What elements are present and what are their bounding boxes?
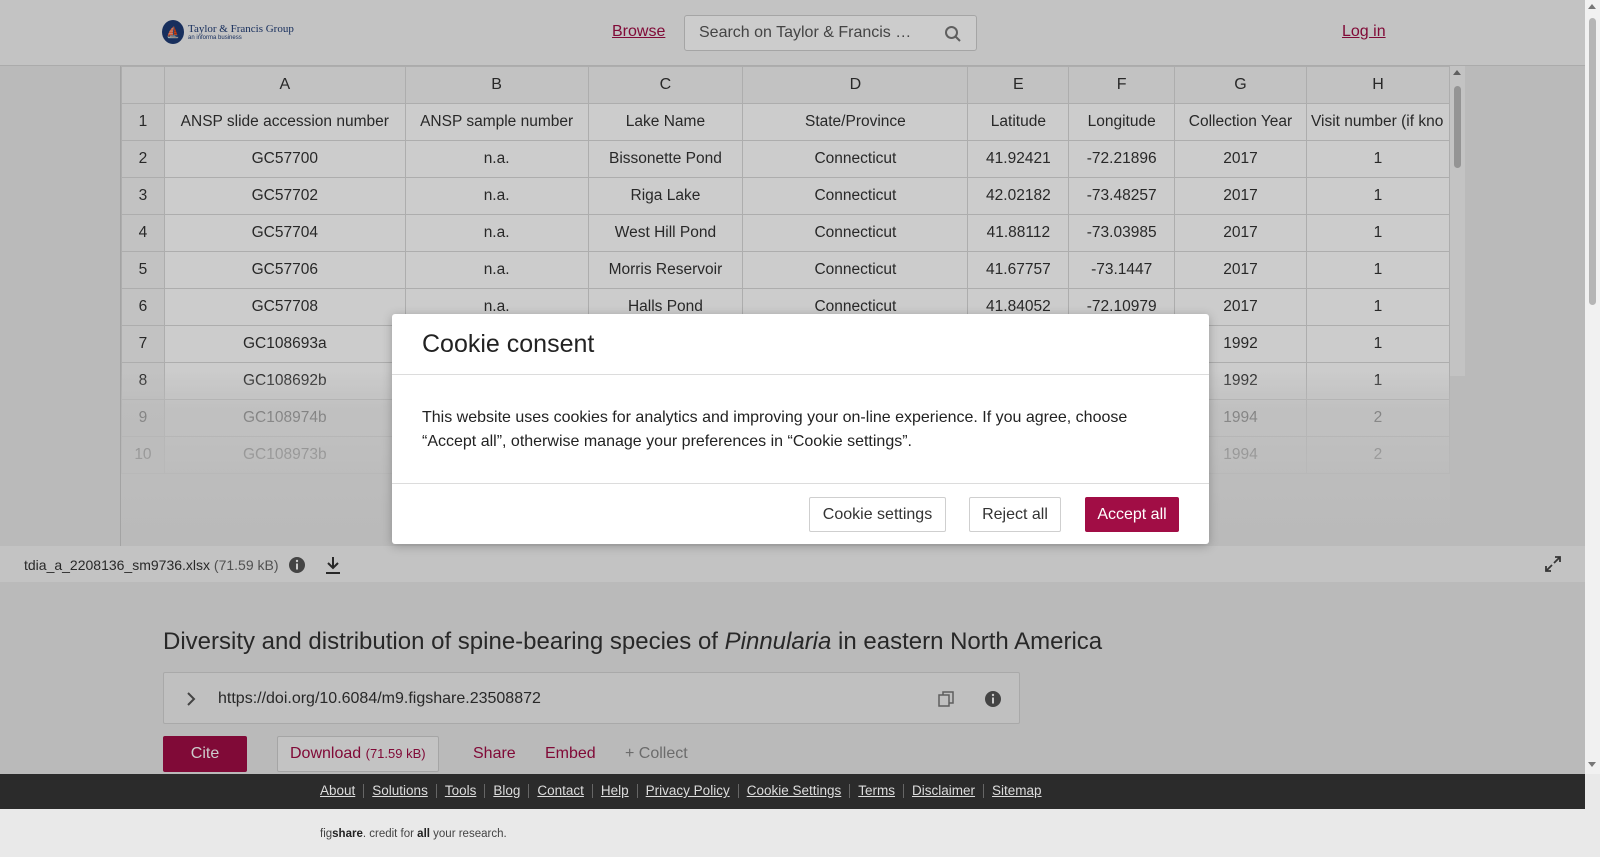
footer-link-contact[interactable]: Contact (529, 784, 593, 798)
footer-link-cookie-settings[interactable]: Cookie Settings (739, 784, 851, 798)
footer-link-privacy-policy[interactable]: Privacy Policy (638, 784, 739, 798)
tagline-end: your research. (429, 828, 507, 840)
footer-links: About Solutions Tools Blog Contact Help Privac… (320, 784, 1050, 798)
cookie-settings-button[interactable]: Cookie settings (809, 497, 946, 532)
page-scroll-down-icon[interactable] (1588, 762, 1596, 767)
footer-bottom: figshare. credit for all your research. (0, 809, 1585, 857)
accept-all-button[interactable]: Accept all (1085, 497, 1179, 532)
cookie-dialog-text: This website uses cookies for analytics … (422, 409, 1128, 450)
page-scrollbar[interactable] (1585, 0, 1600, 774)
divider (392, 374, 1209, 375)
tagline-fig: fig (320, 828, 333, 840)
tagline-all: all (417, 828, 430, 840)
tagline-mid: . credit for (362, 828, 418, 840)
footer-link-terms[interactable]: Terms (850, 784, 905, 798)
figshare-tagline: figshare. credit for all your research. (320, 828, 507, 840)
footer-link-solutions[interactable]: Solutions (364, 784, 437, 798)
cookie-dialog-title: Cookie consent (422, 330, 595, 358)
footer-link-tools[interactable]: Tools (437, 784, 486, 798)
footer-link-disclaimer[interactable]: Disclaimer (904, 784, 985, 798)
page-scroll-up-icon[interactable] (1588, 4, 1596, 9)
footer-link-about[interactable]: About (320, 784, 365, 798)
footer-nav: About Solutions Tools Blog Contact Help Privac… (0, 774, 1585, 809)
footer-link-help[interactable]: Help (593, 784, 638, 798)
divider (392, 483, 1209, 484)
footer-link-blog[interactable]: Blog (485, 784, 530, 798)
page-scroll-thumb[interactable] (1589, 18, 1596, 305)
cookie-consent-dialog: Cookie consent This website uses cookies… (392, 314, 1209, 544)
reject-all-button[interactable]: Reject all (969, 497, 1061, 532)
tagline-share: share (332, 828, 363, 840)
footer-link-sitemap[interactable]: Sitemap (984, 784, 1050, 798)
